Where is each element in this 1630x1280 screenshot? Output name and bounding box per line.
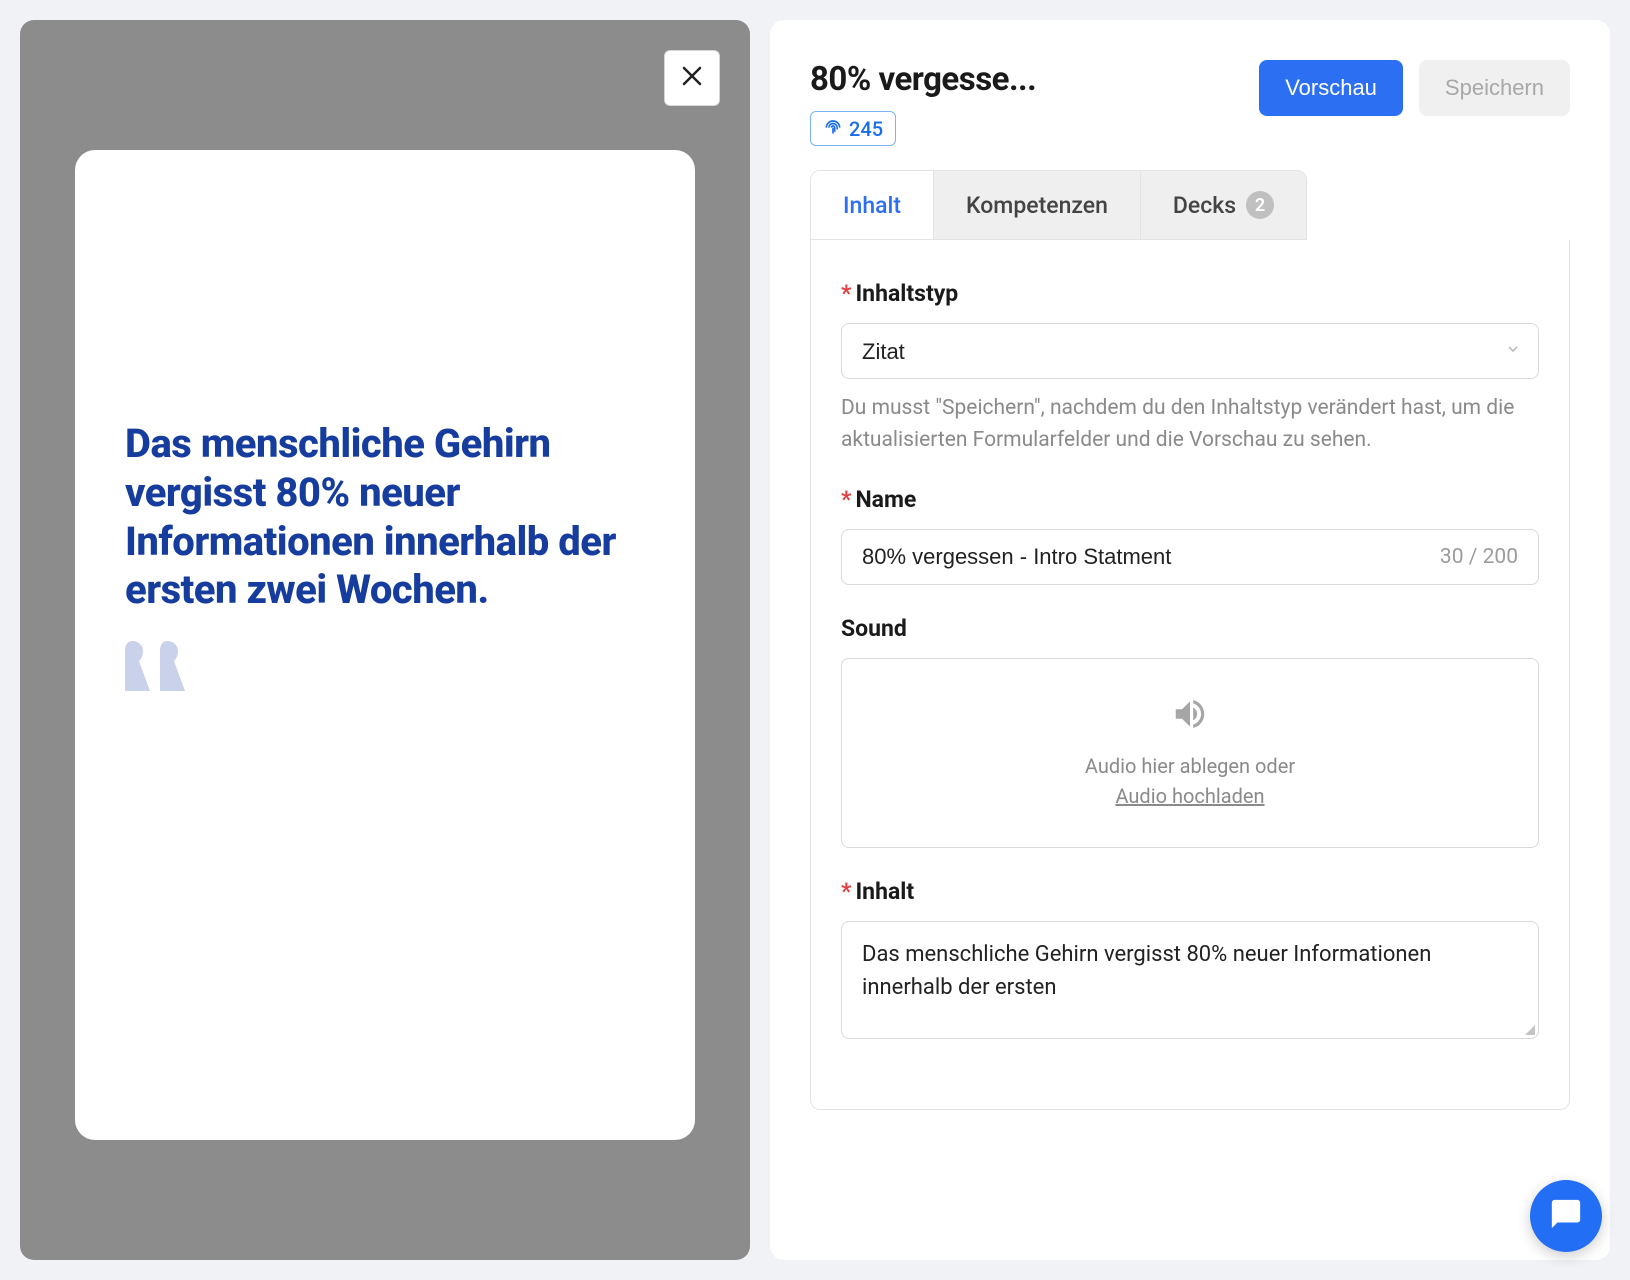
name-label: *Name (841, 486, 1539, 513)
chat-fab[interactable] (1530, 1180, 1602, 1252)
tab-content[interactable]: Inhalt (811, 171, 934, 239)
id-value: 245 (849, 117, 883, 141)
field-name: *Name 30 / 200 (841, 486, 1539, 585)
quote-mark-icon (125, 641, 645, 691)
name-input[interactable] (862, 544, 1428, 570)
field-content: *Inhalt Das menschliche Gehirn vergisst … (841, 878, 1539, 1039)
preview-card: Das menschliche Ge­hirn vergisst 80% neu… (75, 150, 695, 1140)
content-type-helper: Du musst "Speichern", nachdem du den Inh… (841, 393, 1539, 456)
content-type-label: *Inhaltstyp (841, 280, 1539, 307)
tabs: Inhalt Kompetenzen Decks 2 (810, 170, 1307, 240)
preview-panel: Das menschliche Ge­hirn vergisst 80% neu… (20, 20, 750, 1260)
preview-button[interactable]: Vorschau (1259, 60, 1403, 116)
field-content-type: *Inhaltstyp Zitat Du musst "Speichern", … (841, 280, 1539, 456)
content-type-select[interactable]: Zitat (841, 323, 1539, 379)
content-textarea[interactable]: Das menschliche Gehirn vergisst 80% neue… (862, 938, 1518, 1018)
tab-content-label: Inhalt (843, 192, 901, 219)
chat-icon (1549, 1197, 1583, 1235)
tab-competencies-label: Kompetenzen (966, 192, 1108, 219)
speaker-icon (1167, 695, 1213, 737)
editor-panel: 80% vergesse... 245 Vorschau Speic (770, 20, 1610, 1260)
page-title: 80% vergesse... (810, 60, 1036, 99)
sound-label: Sound (841, 615, 1539, 642)
id-badge[interactable]: 245 (810, 111, 896, 146)
tab-decks[interactable]: Decks 2 (1141, 171, 1306, 239)
form-panel: *Inhaltstyp Zitat Du musst "Speichern", … (810, 240, 1570, 1110)
quote-text: Das menschliche Ge­hirn vergisst 80% neu… (125, 420, 645, 615)
header-actions: Vorschau Speichern (1259, 60, 1570, 116)
sound-upload-text: Audio hier ablegen oder Audio hochladen (1085, 751, 1295, 811)
fingerprint-icon (823, 116, 843, 141)
tab-competencies[interactable]: Kompetenzen (934, 171, 1141, 239)
field-sound: Sound Audio hier ablegen oder Audio hoch… (841, 615, 1539, 848)
save-button: Speichern (1419, 60, 1570, 116)
tab-decks-label: Decks (1173, 192, 1236, 219)
content-label: *Inhalt (841, 878, 1539, 905)
tab-decks-count-badge: 2 (1246, 191, 1274, 219)
name-char-count: 30 / 200 (1440, 545, 1518, 569)
close-button[interactable] (664, 50, 720, 106)
close-icon (680, 61, 704, 96)
editor-scroll[interactable]: Inhalt Kompetenzen Decks 2 *Inhaltstyp (770, 170, 1610, 1260)
editor-header: 80% vergesse... 245 Vorschau Speic (770, 60, 1610, 170)
sound-upload-link[interactable]: Audio hochladen (1115, 784, 1264, 808)
sound-upload-dropzone[interactable]: Audio hier ablegen oder Audio hochladen (841, 658, 1539, 848)
